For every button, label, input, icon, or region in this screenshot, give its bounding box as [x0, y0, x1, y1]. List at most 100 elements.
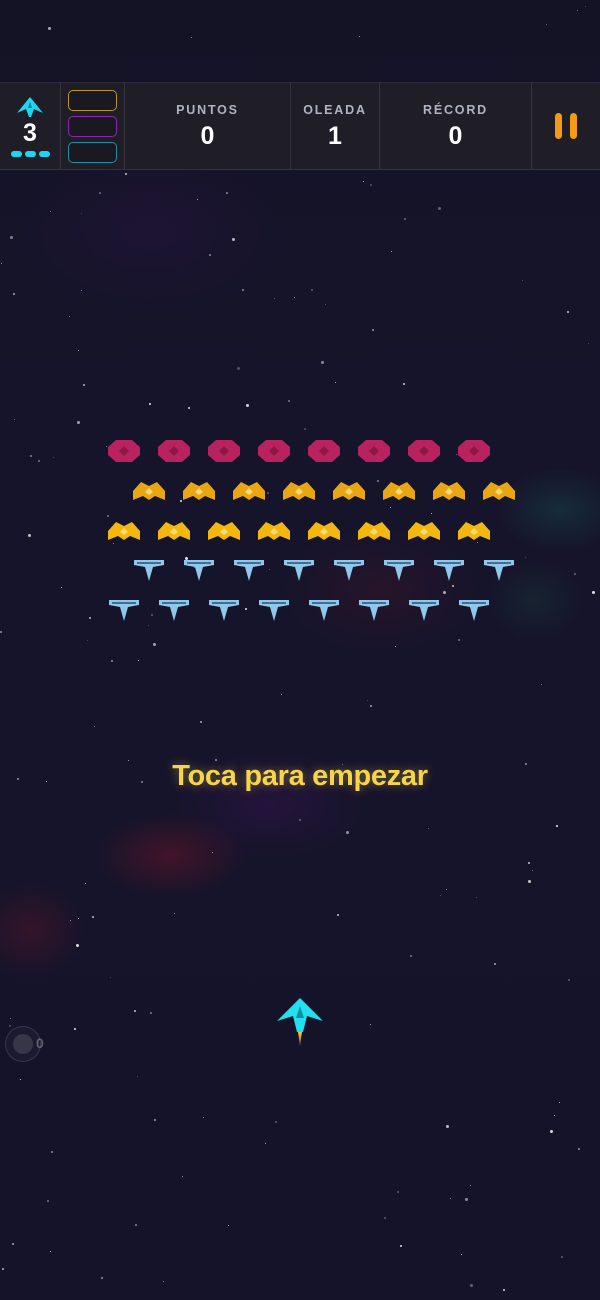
- star: [367, 700, 368, 701]
- crimson-pod-enemy-icon: [458, 440, 490, 462]
- gold-bat-enemy-icon: [358, 522, 390, 540]
- crimson-pod-enemy-icon: [158, 440, 190, 462]
- star: [191, 37, 192, 38]
- gold-bat-enemy-icon: [433, 482, 465, 500]
- star: [470, 1284, 473, 1287]
- star: [242, 289, 244, 291]
- star: [30, 455, 32, 457]
- star: [28, 534, 31, 537]
- star: [50, 1251, 51, 1252]
- star: [592, 591, 595, 594]
- star: [197, 199, 198, 200]
- star: [452, 585, 454, 587]
- star: [78, 350, 79, 351]
- lives-pips: [10, 150, 50, 157]
- star: [134, 1010, 136, 1012]
- pause-icon: [555, 113, 562, 139]
- star: [494, 963, 496, 965]
- star: [150, 1012, 152, 1014]
- star: [525, 557, 526, 558]
- blue-drone-enemy-icon: [459, 600, 489, 621]
- star: [578, 1148, 580, 1150]
- star: [554, 1115, 555, 1116]
- wave-panel: OLEADA 1: [291, 83, 380, 169]
- star: [370, 705, 372, 707]
- pause-button[interactable]: [555, 113, 577, 139]
- score-value: 0: [200, 122, 215, 150]
- star: [503, 1289, 505, 1291]
- star: [47, 1200, 49, 1202]
- star: [274, 298, 275, 299]
- life-pip: [10, 150, 22, 157]
- star: [450, 1198, 451, 1199]
- star: [528, 862, 530, 864]
- star: [50, 211, 51, 212]
- score-panel: PUNTOS 0: [125, 83, 291, 169]
- gold-bat-enemy-icon: [133, 482, 165, 500]
- gold-bat-enemy-icon: [158, 522, 190, 540]
- star: [89, 617, 91, 619]
- star: [245, 608, 247, 610]
- star: [363, 181, 364, 182]
- lives-panel: 3: [0, 83, 61, 169]
- gold-bat-enemy-icon: [408, 522, 440, 540]
- score-label: PUNTOS: [176, 103, 239, 117]
- star: [397, 1191, 399, 1193]
- gold-bat-enemy-icon: [483, 482, 515, 500]
- lives-count: 3: [23, 118, 37, 147]
- star: [400, 1245, 402, 1247]
- star: [20, 1079, 21, 1080]
- star: [390, 507, 391, 508]
- gold-bat-enemy-icon: [258, 522, 290, 540]
- star: [556, 825, 558, 827]
- player-ship-icon: [277, 998, 323, 1046]
- star: [446, 1125, 449, 1128]
- gold-bat-enemy-icon: [283, 482, 315, 500]
- ship-icon: [17, 96, 43, 117]
- star: [85, 883, 86, 884]
- star: [304, 428, 306, 430]
- star: [384, 1217, 386, 1219]
- star: [53, 457, 54, 458]
- star: [461, 1254, 462, 1255]
- star: [92, 916, 94, 918]
- crimson-pod-enemy-icon: [358, 440, 390, 462]
- star: [546, 24, 547, 25]
- star: [70, 920, 71, 921]
- star: [149, 403, 151, 405]
- star: [61, 587, 62, 588]
- gold-bat-enemy-icon: [208, 522, 240, 540]
- star: [377, 480, 379, 482]
- star: [138, 660, 139, 661]
- blue-drone-enemy-icon: [334, 560, 364, 581]
- star: [74, 1028, 76, 1030]
- star: [151, 614, 153, 616]
- powerup-slot-purple: [68, 115, 117, 137]
- star: [2, 1268, 4, 1270]
- star: [311, 289, 313, 291]
- star: [111, 660, 113, 662]
- star: [9, 1025, 11, 1027]
- gold-bat-enemy-icon: [308, 522, 340, 540]
- record-panel: RÉCORD 0: [380, 83, 532, 169]
- star: [87, 640, 88, 641]
- star: [470, 1185, 471, 1186]
- star: [346, 831, 349, 834]
- crimson-pod-enemy-icon: [258, 440, 290, 462]
- gold-bat-enemy-icon: [333, 482, 365, 500]
- blue-drone-enemy-icon: [409, 600, 439, 621]
- star: [137, 1076, 138, 1077]
- record-label: RÉCORD: [423, 103, 488, 117]
- wave-value: 1: [328, 122, 342, 150]
- star: [337, 914, 339, 916]
- star: [174, 913, 175, 914]
- blue-drone-enemy-icon: [234, 560, 264, 581]
- star: [226, 192, 228, 194]
- star: [275, 1121, 277, 1123]
- star: [476, 897, 477, 898]
- start-prompt[interactable]: Toca para empezar: [0, 760, 600, 793]
- star: [443, 591, 446, 594]
- powerup-slot-cyan: [68, 141, 117, 163]
- star: [203, 1117, 204, 1118]
- gold-bat-enemy-icon: [183, 482, 215, 500]
